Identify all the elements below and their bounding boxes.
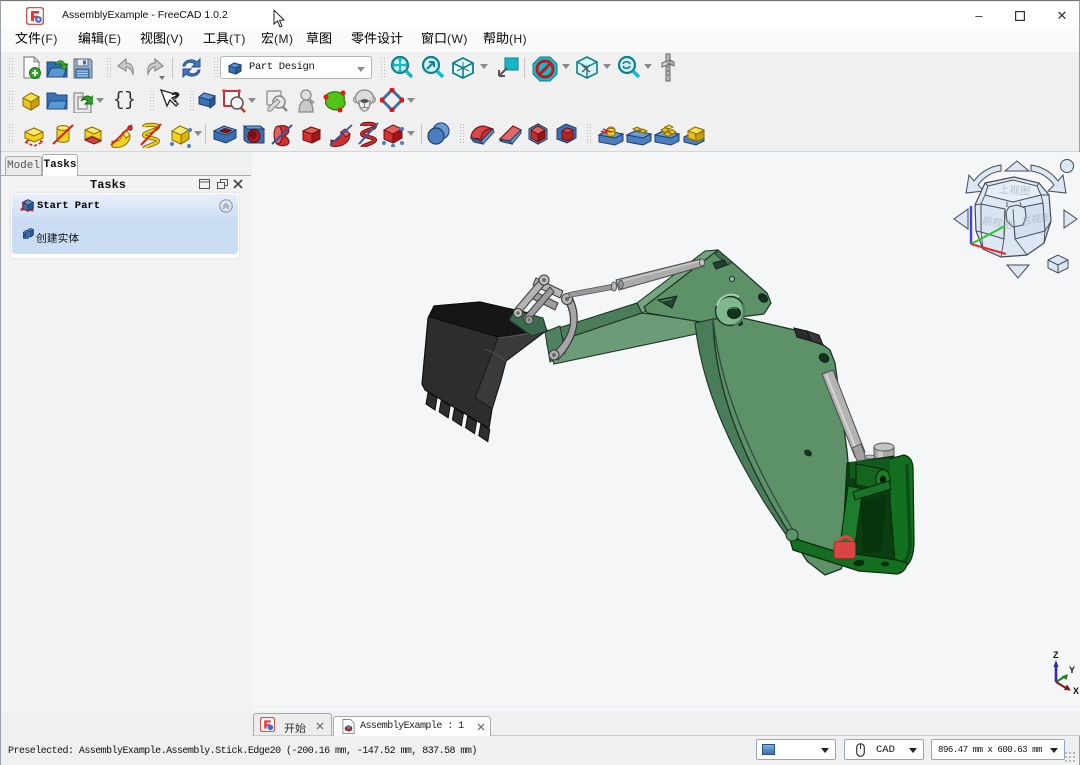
svg-text:X: X [1073, 686, 1079, 695]
svg-text:Z: Z [1053, 650, 1059, 660]
svg-text:?: ? [171, 89, 180, 106]
svg-text:Y: Y [1069, 665, 1075, 675]
